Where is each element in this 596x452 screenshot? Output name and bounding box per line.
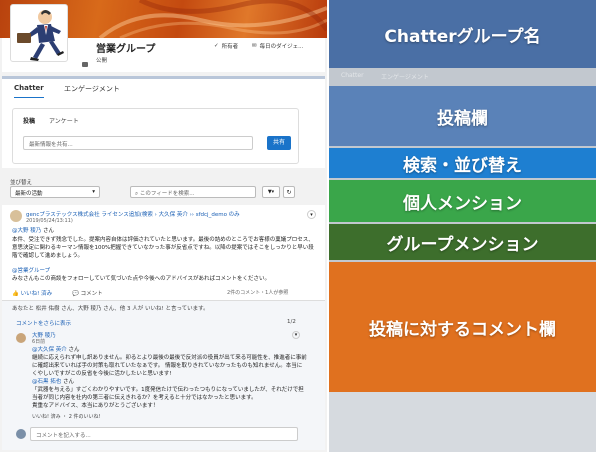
- annotation-search-sort: 検索・並び替え: [329, 148, 596, 178]
- group-avatar[interactable]: [10, 4, 68, 62]
- ghost-tab-engagement: エンゲージメント: [381, 74, 429, 81]
- post-date[interactable]: 2019/05/24/13:11): [26, 218, 73, 224]
- group-name: 営業グループ: [96, 44, 156, 55]
- avatar: [16, 429, 26, 439]
- chevron-down-icon: ▾: [92, 189, 95, 195]
- annotation-panel-bottom: [329, 392, 596, 452]
- checkmark-icon: ✓: [214, 43, 219, 49]
- comment-label: コメント: [80, 291, 103, 297]
- chatter-group-screen: 営業グループ 公開 ✓ 所有者 ✉ 毎日のダイジェ... Chatter エンゲ…: [0, 0, 327, 452]
- post-mention-line: @大野 稜乃 さん: [12, 227, 317, 235]
- post-body-2: みなさんもこの商談をフォローしていて気づいた点や今後へのアドバイスがあればコメン…: [12, 276, 271, 282]
- post-text: さん: [43, 228, 55, 234]
- publisher: 投稿 アンケート 最新情報を共有... 共有: [12, 108, 299, 164]
- tab-chatter[interactable]: Chatter: [14, 84, 44, 99]
- more-comments-link[interactable]: コメントをさらに表示: [16, 319, 71, 327]
- new-comment-input[interactable]: コメントを記入する...: [30, 427, 298, 441]
- group-mention: @営業グループ: [12, 267, 317, 275]
- person-mention[interactable]: @大野 稜乃: [12, 228, 41, 234]
- comment-count: 1/2: [287, 319, 296, 325]
- like-label: いいね! 済み: [20, 291, 53, 297]
- feed-search-input[interactable]: ⌕ このフィードを検索...: [130, 186, 256, 198]
- share-button[interactable]: 共有: [267, 136, 291, 150]
- publisher-section: 投稿 アンケート 最新情報を共有... 共有: [2, 98, 325, 168]
- comment-text-3: さん: [63, 379, 75, 385]
- post-body: 本件、受注できず残念でした。提案内容自体は評価されていたと思います。最後の詰めの…: [12, 237, 314, 259]
- group-visibility: 公開: [96, 58, 108, 64]
- filter-icon[interactable]: ▼▾: [262, 186, 280, 198]
- comment-mention-line-2: @石黒 拓也 さん: [32, 378, 307, 386]
- search-icon: ⌕: [135, 191, 139, 197]
- publisher-input[interactable]: 最新情報を共有...: [23, 136, 253, 150]
- comment-body-1: 継続に応えられず申し訳ありません。卯るとより最後の最後で反対派の役員が出て来る可…: [32, 355, 307, 377]
- comment-body-2: 「武器を与える」すごくわかりやすいです。1度発信たけで伝わったつもりになっていま…: [32, 387, 304, 401]
- digest-label: 毎日のダイジェ...: [259, 44, 304, 50]
- comment-menu-icon[interactable]: ▾: [292, 331, 300, 339]
- sort-label: 並び替え: [10, 180, 33, 186]
- sort-select[interactable]: 最新の活動 ▾: [10, 186, 100, 198]
- publisher-tab-post[interactable]: 投稿: [23, 116, 35, 125]
- thumbs-up-icon: 👍: [12, 291, 19, 297]
- owner-label: 所有者: [221, 44, 239, 50]
- comment-section: あなたと 松井 佑樹 さん、大野 稜乃 さん、他 3 人が いいね! と言ってい…: [2, 300, 325, 450]
- group-tabs: Chatter エンゲージメント: [2, 76, 325, 99]
- comment-text-1: さん: [68, 347, 80, 353]
- feed-post: gencプラステックス株式会社 ライセンス追加(検索 › 大久保 英介 ›› s…: [2, 205, 325, 300]
- camera-icon[interactable]: [82, 62, 88, 67]
- comment-mention-line: @大久保 英介 さん: [32, 346, 307, 354]
- avatar[interactable]: [10, 210, 22, 222]
- annotation-group-mention: グループメンション: [329, 224, 596, 260]
- comment-body-3: 貴重なアドバイス、本当にありがとうございます！: [32, 403, 159, 409]
- group-mention-link[interactable]: @営業グループ: [12, 268, 50, 274]
- comment-mention-2[interactable]: @石黒 拓也: [32, 379, 61, 385]
- like-button[interactable]: 👍 いいね! 済み: [12, 289, 52, 297]
- businessman-running-icon: [17, 10, 64, 61]
- comment-mention-1[interactable]: @大久保 英介: [32, 347, 67, 353]
- post-stats: 2件のコメント・1人が参照: [227, 290, 289, 296]
- owner-button[interactable]: ✓ 所有者: [214, 42, 238, 50]
- comment-button[interactable]: 💬 コメント: [72, 289, 103, 297]
- post-author-line[interactable]: gencプラステックス株式会社 ライセンス追加(検索 › 大久保 英介 ›› s…: [26, 210, 240, 218]
- refresh-icon[interactable]: ↻: [283, 186, 295, 198]
- tab-engagement[interactable]: エンゲージメント: [64, 84, 120, 94]
- digest-button[interactable]: ✉ 毎日のダイジェ...: [252, 42, 303, 50]
- sort-value: 最新の活動: [15, 191, 43, 197]
- comment-icon: 💬: [72, 291, 79, 297]
- annotation-person-mention: 個人メンション: [329, 180, 596, 222]
- annotation-panel: Chatter エンゲージメント Chatterグループ名 投稿欄 検索・並び替…: [329, 0, 596, 452]
- ghost-tab-chatter: Chatter: [341, 72, 364, 79]
- publisher-tab-poll[interactable]: アンケート: [49, 116, 79, 125]
- post-menu-icon[interactable]: ▾: [307, 210, 316, 219]
- likes-line: あなたと 松井 佑樹 さん、大野 稜乃 さん、他 3 人が いいね! と言ってい…: [12, 306, 209, 312]
- comment-time: 6日前: [32, 339, 46, 345]
- search-placeholder: このフィードを検索...: [139, 191, 195, 197]
- annotation-publisher: 投稿欄: [329, 86, 596, 146]
- avatar[interactable]: [16, 333, 26, 343]
- comment-actions[interactable]: いいね! 済み ・ 2 件のいいね!: [32, 413, 101, 420]
- annotation-comment-section: 投稿に対するコメント欄: [329, 262, 596, 392]
- annotation-group-name: Chatterグループ名: [329, 0, 596, 68]
- mail-icon: ✉: [252, 43, 257, 49]
